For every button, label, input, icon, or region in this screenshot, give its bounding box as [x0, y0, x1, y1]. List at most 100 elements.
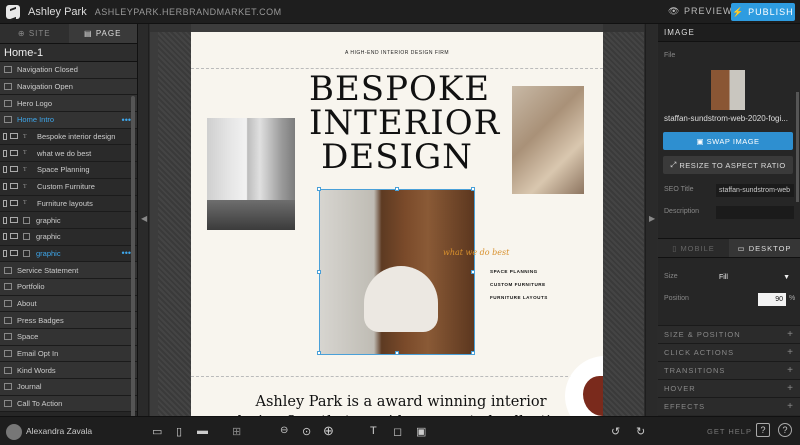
zoom-out-icon[interactable]: ⊖	[280, 425, 288, 436]
section-label: SIZE & POSITION	[664, 330, 741, 339]
resize-handle[interactable]	[317, 270, 321, 274]
layer-item[interactable]: T Custom Furniture	[0, 178, 137, 196]
image-thumbnail[interactable]	[711, 70, 745, 110]
layer-label: Journal	[17, 382, 42, 392]
page-title[interactable]: Home-1	[0, 44, 137, 62]
layer-item[interactable]: Navigation Closed	[0, 62, 137, 79]
resize-handle[interactable]	[317, 187, 321, 191]
layer-item[interactable]: graphic	[0, 212, 137, 229]
help-icon[interactable]: ?	[778, 423, 792, 437]
layer-item[interactable]: Call To Action	[0, 395, 137, 413]
service-item[interactable]: SPACE PLANNING	[490, 269, 538, 274]
tab-mobile[interactable]: ▯ MOBILE	[658, 239, 729, 257]
layer-item[interactable]: Journal	[0, 379, 137, 396]
seo-title-input[interactable]: staffan-sundstrom-web	[716, 184, 794, 197]
layer-item[interactable]: Navigation Open	[0, 78, 137, 96]
zoom-reset-icon[interactable]: ⊙	[302, 425, 311, 438]
mobile-view-icon[interactable]: ▯	[176, 425, 182, 438]
layer-item[interactable]: T Furniture layouts	[0, 195, 137, 213]
preview-button[interactable]: 👁 PREVIEW	[668, 6, 732, 17]
user-name[interactable]: Alexandra Zavala	[26, 426, 92, 436]
tab-desktop[interactable]: ▭ DESKTOP	[729, 239, 800, 257]
position-input[interactable]: 90	[758, 293, 786, 306]
section-click-actions[interactable]: CLICK ACTIONS +	[658, 343, 800, 361]
device-visibility-icon[interactable]	[3, 216, 18, 224]
script-subtitle[interactable]: what we do best	[443, 248, 509, 257]
device-visibility-icon[interactable]	[3, 199, 18, 207]
avatar[interactable]	[6, 424, 22, 440]
plus-icon: +	[787, 365, 794, 376]
app-logo[interactable]	[6, 4, 20, 19]
layer-item[interactable]: Press Badges	[0, 312, 137, 329]
layer-item[interactable]: Space	[0, 329, 137, 346]
keyboard-shortcuts-button[interactable]: ?	[756, 423, 770, 437]
layer-item[interactable]: T Space Planning	[0, 162, 137, 179]
device-visibility-icon[interactable]	[3, 166, 18, 174]
tablet-view-icon[interactable]: ▭	[152, 425, 162, 438]
resize-handle[interactable]	[395, 351, 399, 355]
more-options-icon[interactable]: •••	[122, 248, 131, 258]
add-image-icon[interactable]: ▣	[416, 425, 426, 438]
grid-toggle-icon[interactable]: ⊞	[232, 425, 241, 438]
layer-item[interactable]: T Bespoke interior design	[0, 128, 137, 146]
dried-flowers-image[interactable]	[512, 86, 584, 194]
layer-item[interactable]: Portfolio	[0, 278, 137, 296]
layer-scrollbar[interactable]	[131, 96, 135, 436]
page-preview: A HIGH-END INTERIOR DESIGN FIRM BESPOKE …	[191, 32, 603, 416]
device-visibility-icon[interactable]	[3, 233, 18, 241]
layer-item[interactable]: graphic	[0, 228, 137, 246]
desktop-view-icon[interactable]: ▬	[197, 425, 208, 437]
tab-site[interactable]: ⊕ SITE	[0, 24, 69, 43]
resize-aspect-button[interactable]: ⤢ RESIZE TO ASPECT RATIO	[663, 156, 793, 174]
layer-item[interactable]: Service Statement	[0, 262, 137, 279]
headline-line: INTERIOR	[309, 103, 501, 143]
section-size-position[interactable]: SIZE & POSITION +	[658, 325, 800, 343]
layer-item[interactable]: About	[0, 295, 137, 313]
device-visibility-icon[interactable]	[3, 249, 18, 257]
inspector-scrollbar[interactable]	[796, 92, 799, 202]
undo-icon[interactable]: ↺	[611, 425, 620, 438]
add-text-icon[interactable]: T	[370, 425, 377, 437]
tab-page[interactable]: ▤ PAGE	[68, 24, 137, 43]
layer-item[interactable]: Email Opt In	[0, 345, 137, 363]
description-input[interactable]	[716, 206, 794, 219]
section-hover[interactable]: HOVER +	[658, 379, 800, 397]
resize-handle[interactable]	[471, 187, 475, 191]
section-icon	[4, 299, 12, 307]
selected-chair-image[interactable]	[317, 187, 475, 355]
more-options-icon[interactable]: •••	[122, 115, 131, 125]
layer-item[interactable]: Home Intro •••	[0, 112, 137, 129]
service-item[interactable]: CUSTOM FURNITURE	[490, 282, 546, 287]
resize-handle[interactable]	[471, 351, 475, 355]
section-icon	[4, 266, 12, 274]
section-transitions[interactable]: TRANSITIONS +	[658, 361, 800, 379]
site-url[interactable]: ASHLEYPARK.HERBRANDMARKET.COM	[95, 7, 282, 17]
layer-item[interactable]: Kind Words	[0, 362, 137, 380]
resize-handle[interactable]	[395, 187, 399, 191]
device-visibility-icon[interactable]	[3, 183, 18, 191]
get-help-link[interactable]: GET HELP	[707, 427, 752, 436]
layer-item[interactable]: graphic •••	[0, 245, 137, 263]
redo-icon[interactable]: ↻	[636, 425, 645, 438]
canvas-gutter-right	[603, 32, 644, 416]
resize-handle[interactable]	[471, 270, 475, 274]
add-box-icon[interactable]: ◻	[393, 425, 402, 438]
right-collapse-handle[interactable]: ▶	[645, 24, 657, 416]
layer-item[interactable]: Twhat we do best	[0, 145, 137, 163]
layer-item[interactable]: Hero Logo	[0, 95, 137, 113]
interior-image-left[interactable]	[207, 118, 295, 230]
intro-body-text[interactable]: Ashley Park is a award winning interior …	[231, 392, 571, 416]
size-select[interactable]: Fill ▼	[716, 271, 794, 284]
resize-handle[interactable]	[317, 351, 321, 355]
left-collapse-handle[interactable]: ◀	[139, 24, 149, 416]
device-visibility-icon[interactable]	[3, 149, 18, 157]
publish-button[interactable]: ⚡ PUBLISH	[731, 3, 795, 21]
tagline[interactable]: A HIGH-END INTERIOR DESIGN FIRM	[191, 50, 603, 56]
zoom-in-icon[interactable]: ⊕	[323, 423, 334, 439]
left-panel: ⊕ SITE ▤ PAGE Home-1 Navigation Closed Na…	[0, 24, 138, 436]
device-visibility-icon[interactable]	[3, 133, 18, 141]
section-effects[interactable]: EFFECTS +	[658, 397, 800, 415]
service-item[interactable]: FURNITURE LAYOUTS	[490, 295, 548, 300]
swap-image-button[interactable]: ▣ SWAP IMAGE	[663, 132, 793, 150]
headline[interactable]: BESPOKE INTERIOR DESIGN	[309, 72, 501, 174]
